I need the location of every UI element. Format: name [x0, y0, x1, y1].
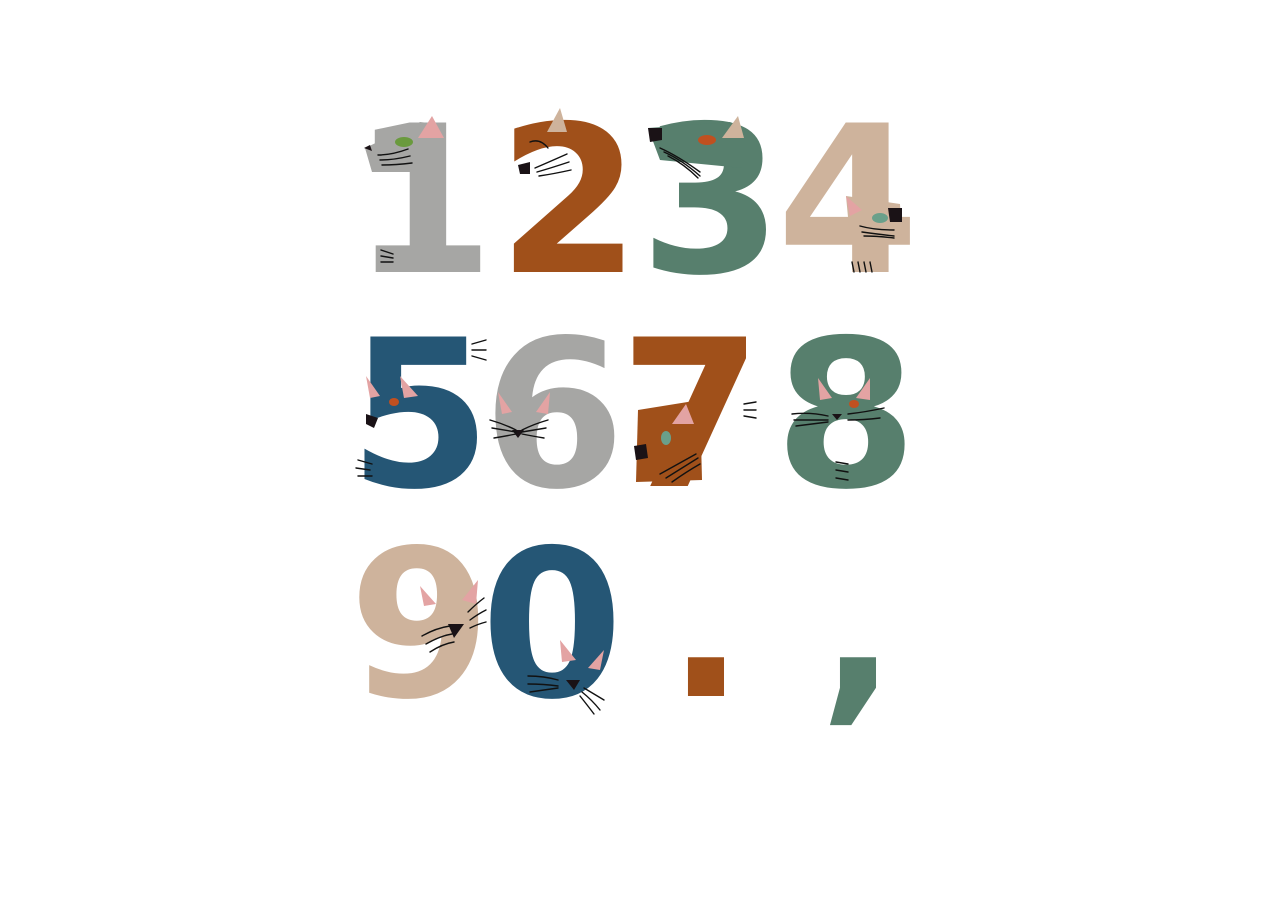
- digit-6-glyph: 6: [483, 297, 626, 535]
- period-figure: .: [667, 507, 745, 745]
- comma-glyph: ,: [819, 507, 897, 745]
- digit-0-glyph: 0: [481, 507, 624, 745]
- digit-1-glyph: 1: [352, 83, 495, 321]
- digit-4-figure: 4: [777, 83, 920, 321]
- digit-2-figure: 2: [498, 83, 641, 321]
- digit-5-figure: 5: [349, 297, 492, 535]
- digit-2-glyph: 2: [498, 83, 641, 321]
- digit-3-figure: 3: [640, 83, 783, 321]
- digit-8-figure: 8: [775, 297, 918, 535]
- illustration-canvas: 1 2 3 4 5 6 8 9 0 . ,: [349, 83, 920, 745]
- cat-numbers-illustration: 1 2 3 4 5 6 8 9 0 . ,: [0, 0, 1280, 905]
- digit-0-figure: 0: [481, 507, 624, 745]
- digit-7-figure: 7: [620, 297, 763, 535]
- digit-9-glyph: 9: [349, 507, 492, 745]
- period-glyph: .: [667, 507, 745, 745]
- digit-1-figure: 1: [352, 83, 495, 321]
- digit-9-figure: 9: [349, 507, 492, 745]
- comma-figure: ,: [819, 507, 897, 745]
- digit-6-figure: 6: [483, 297, 626, 535]
- digit-3-glyph: 3: [640, 83, 783, 321]
- digit-8-glyph: 8: [775, 297, 918, 535]
